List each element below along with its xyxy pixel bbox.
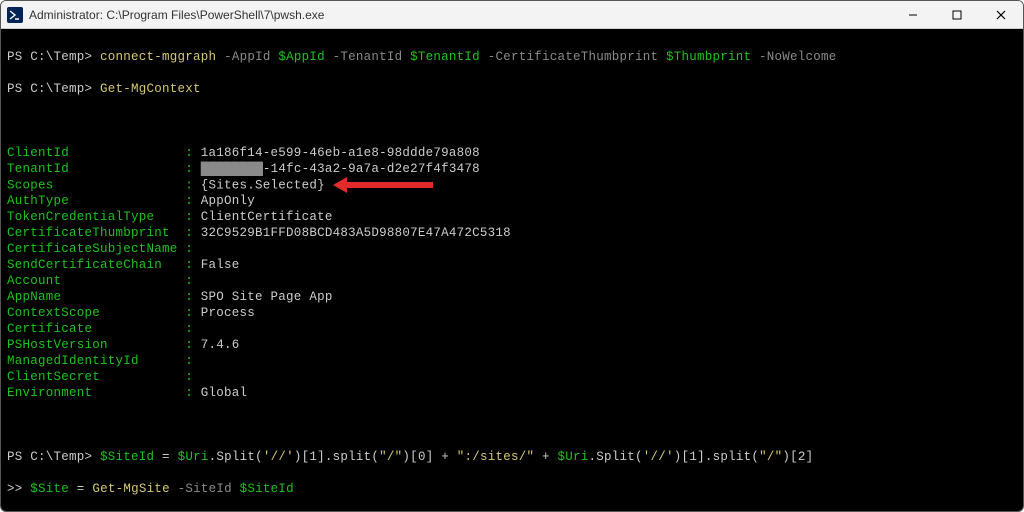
- context-value: ClientCertificate: [201, 210, 333, 224]
- console-window: Administrator: C:\Program Files\PowerShe…: [0, 0, 1024, 512]
- context-key: ClientId: [7, 146, 178, 160]
- context-key: ManagedIdentityId: [7, 354, 178, 368]
- powershell-icon: [7, 7, 23, 23]
- context-key: Account: [7, 274, 178, 288]
- context-key: ContextScope: [7, 306, 178, 320]
- context-value: 7.4.6: [201, 338, 240, 352]
- context-key: AppName: [7, 290, 178, 304]
- context-output: ClientId : 1a186f14-e599-46eb-a1e8-98ddd…: [7, 145, 1017, 401]
- context-value: AppOnly: [201, 194, 255, 208]
- prompt: PS C:\Temp>: [7, 50, 92, 64]
- context-key: TokenCredentialType: [7, 210, 178, 224]
- context-key: Scopes: [7, 178, 178, 192]
- redacted-text: ████████: [201, 162, 263, 176]
- cmd: connect-mggraph: [100, 50, 216, 64]
- context-key: TenantId: [7, 162, 178, 176]
- context-value: Process: [201, 306, 255, 320]
- context-value: SPO Site Page App: [201, 290, 333, 304]
- minimize-button[interactable]: [891, 1, 935, 28]
- context-key: Certificate: [7, 322, 178, 336]
- context-value: 1a186f14-e599-46eb-a1e8-98ddde79a808: [201, 146, 480, 160]
- context-key: PSHostVersion: [7, 338, 178, 352]
- cmd: Get-MgContext: [100, 82, 201, 96]
- context-key: ClientSecret: [7, 370, 178, 384]
- maximize-button[interactable]: [935, 1, 979, 28]
- close-button[interactable]: [979, 1, 1023, 28]
- context-key: Environment: [7, 386, 178, 400]
- context-value: Global: [201, 386, 248, 400]
- terminal-body[interactable]: PS C:\Temp> connect-mggraph -AppId $AppI…: [1, 29, 1023, 511]
- titlebar[interactable]: Administrator: C:\Program Files\PowerShe…: [1, 1, 1023, 29]
- context-key: CertificateSubjectName: [7, 242, 178, 256]
- callout-arrow-icon: [333, 177, 433, 193]
- context-value: {Sites.Selected}: [201, 178, 325, 192]
- context-key: SendCertificateChain: [7, 258, 178, 272]
- context-key: AuthType: [7, 194, 178, 208]
- window-title: Administrator: C:\Program Files\PowerShe…: [29, 8, 891, 22]
- context-key: CertificateThumbprint: [7, 226, 178, 240]
- context-value: 32C9529B1FFD08BCD483A5D98807E47A472C5318: [201, 226, 511, 240]
- window-controls: [891, 1, 1023, 28]
- context-value: False: [201, 258, 240, 272]
